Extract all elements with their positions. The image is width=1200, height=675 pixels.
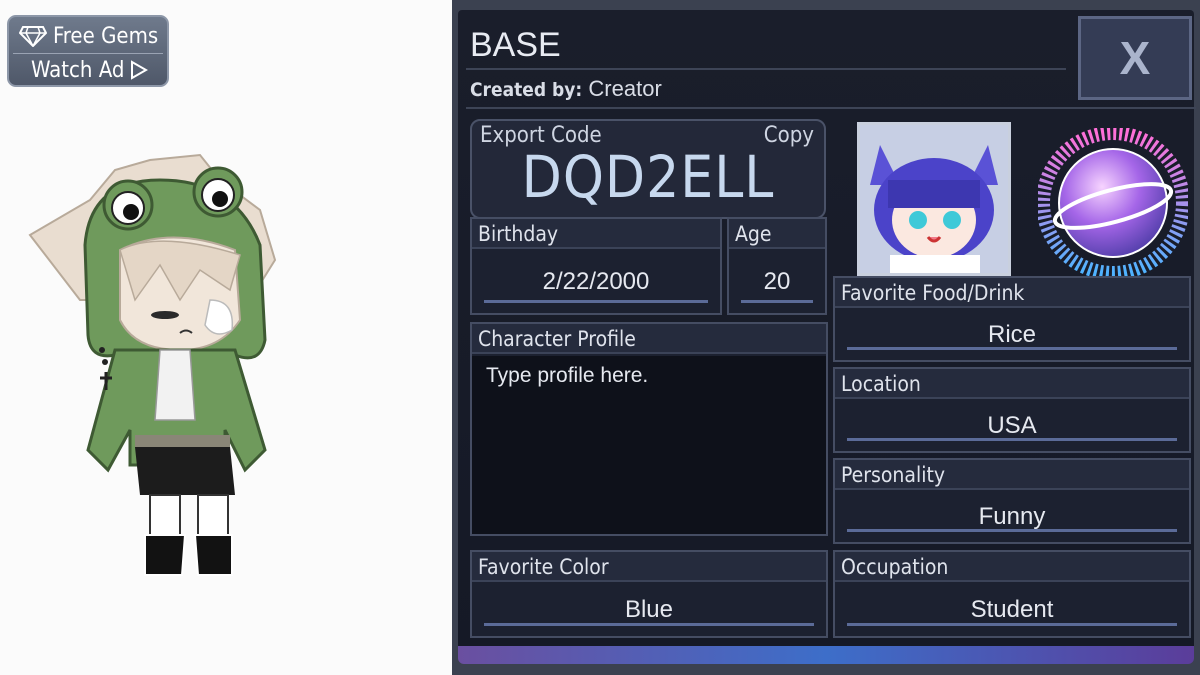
avatar[interactable]: [857, 122, 1011, 276]
favorite-color-label: Favorite Color: [472, 552, 826, 582]
age-value[interactable]: 20: [729, 251, 825, 313]
underline: [847, 623, 1177, 626]
divider: [466, 107, 1196, 109]
personality-value[interactable]: Funny: [835, 492, 1189, 542]
creator-line: Created by: Creator: [470, 76, 662, 102]
free-gems-button[interactable]: Free Gems Watch Ad: [7, 15, 169, 87]
personality-label: Personality: [835, 460, 1189, 490]
watch-ad-label: Watch Ad: [31, 57, 125, 83]
character-name[interactable]: BASE: [470, 26, 561, 65]
favorite-food-label: Favorite Food/Drink: [835, 278, 1189, 308]
avatar-portrait: [860, 125, 1008, 273]
age-field[interactable]: Age 20: [727, 217, 827, 315]
export-code-box[interactable]: Export Code Copy DQD2ELL: [470, 119, 826, 219]
underline: [484, 300, 708, 303]
favorite-color-field[interactable]: Favorite Color Blue: [470, 550, 828, 638]
close-icon: X: [1119, 32, 1151, 84]
age-label: Age: [729, 219, 825, 249]
panel-body: BASE Created by: Creator X Export Code C…: [458, 10, 1196, 655]
birthday-value[interactable]: 2/22/2000: [472, 251, 720, 313]
export-code-value: DQD2ELL: [521, 143, 775, 211]
favorite-color-value[interactable]: Blue: [472, 584, 826, 636]
close-button[interactable]: X: [1078, 16, 1192, 100]
divider: [466, 68, 1066, 70]
character-profile-label: Character Profile: [472, 324, 826, 354]
location-label: Location: [835, 369, 1189, 399]
planet-emblem-icon: [1038, 128, 1188, 278]
location-value[interactable]: USA: [835, 401, 1189, 451]
favorite-food-field[interactable]: Favorite Food/Drink Rice: [833, 276, 1191, 362]
underline: [847, 438, 1177, 441]
occupation-label: Occupation: [835, 552, 1189, 582]
divider: [13, 53, 163, 54]
diamond-icon: [19, 26, 47, 47]
personality-field[interactable]: Personality Funny: [833, 458, 1191, 544]
birthday-label: Birthday: [472, 219, 720, 249]
underline: [847, 347, 1177, 350]
underline: [847, 529, 1177, 532]
occupation-field[interactable]: Occupation Student: [833, 550, 1191, 638]
character-profile-field[interactable]: Character Profile Type profile here.: [470, 322, 828, 536]
free-gems-label: Free Gems: [53, 23, 159, 49]
underline: [484, 623, 814, 626]
location-field[interactable]: Location USA: [833, 367, 1191, 453]
favorite-food-value[interactable]: Rice: [835, 310, 1189, 360]
created-by-label: Created by:: [470, 79, 583, 101]
character-profile-textarea[interactable]: Type profile here.: [472, 356, 826, 534]
character-preview[interactable]: [20, 150, 290, 590]
character-profile-panel: BASE Created by: Creator X Export Code C…: [452, 0, 1200, 675]
birthday-field[interactable]: Birthday 2/22/2000: [470, 217, 722, 315]
occupation-value[interactable]: Student: [835, 584, 1189, 636]
underline: [741, 300, 813, 303]
creator-name[interactable]: Creator: [588, 76, 661, 101]
bottom-accent-bar: [458, 646, 1194, 664]
play-icon: [131, 60, 149, 80]
